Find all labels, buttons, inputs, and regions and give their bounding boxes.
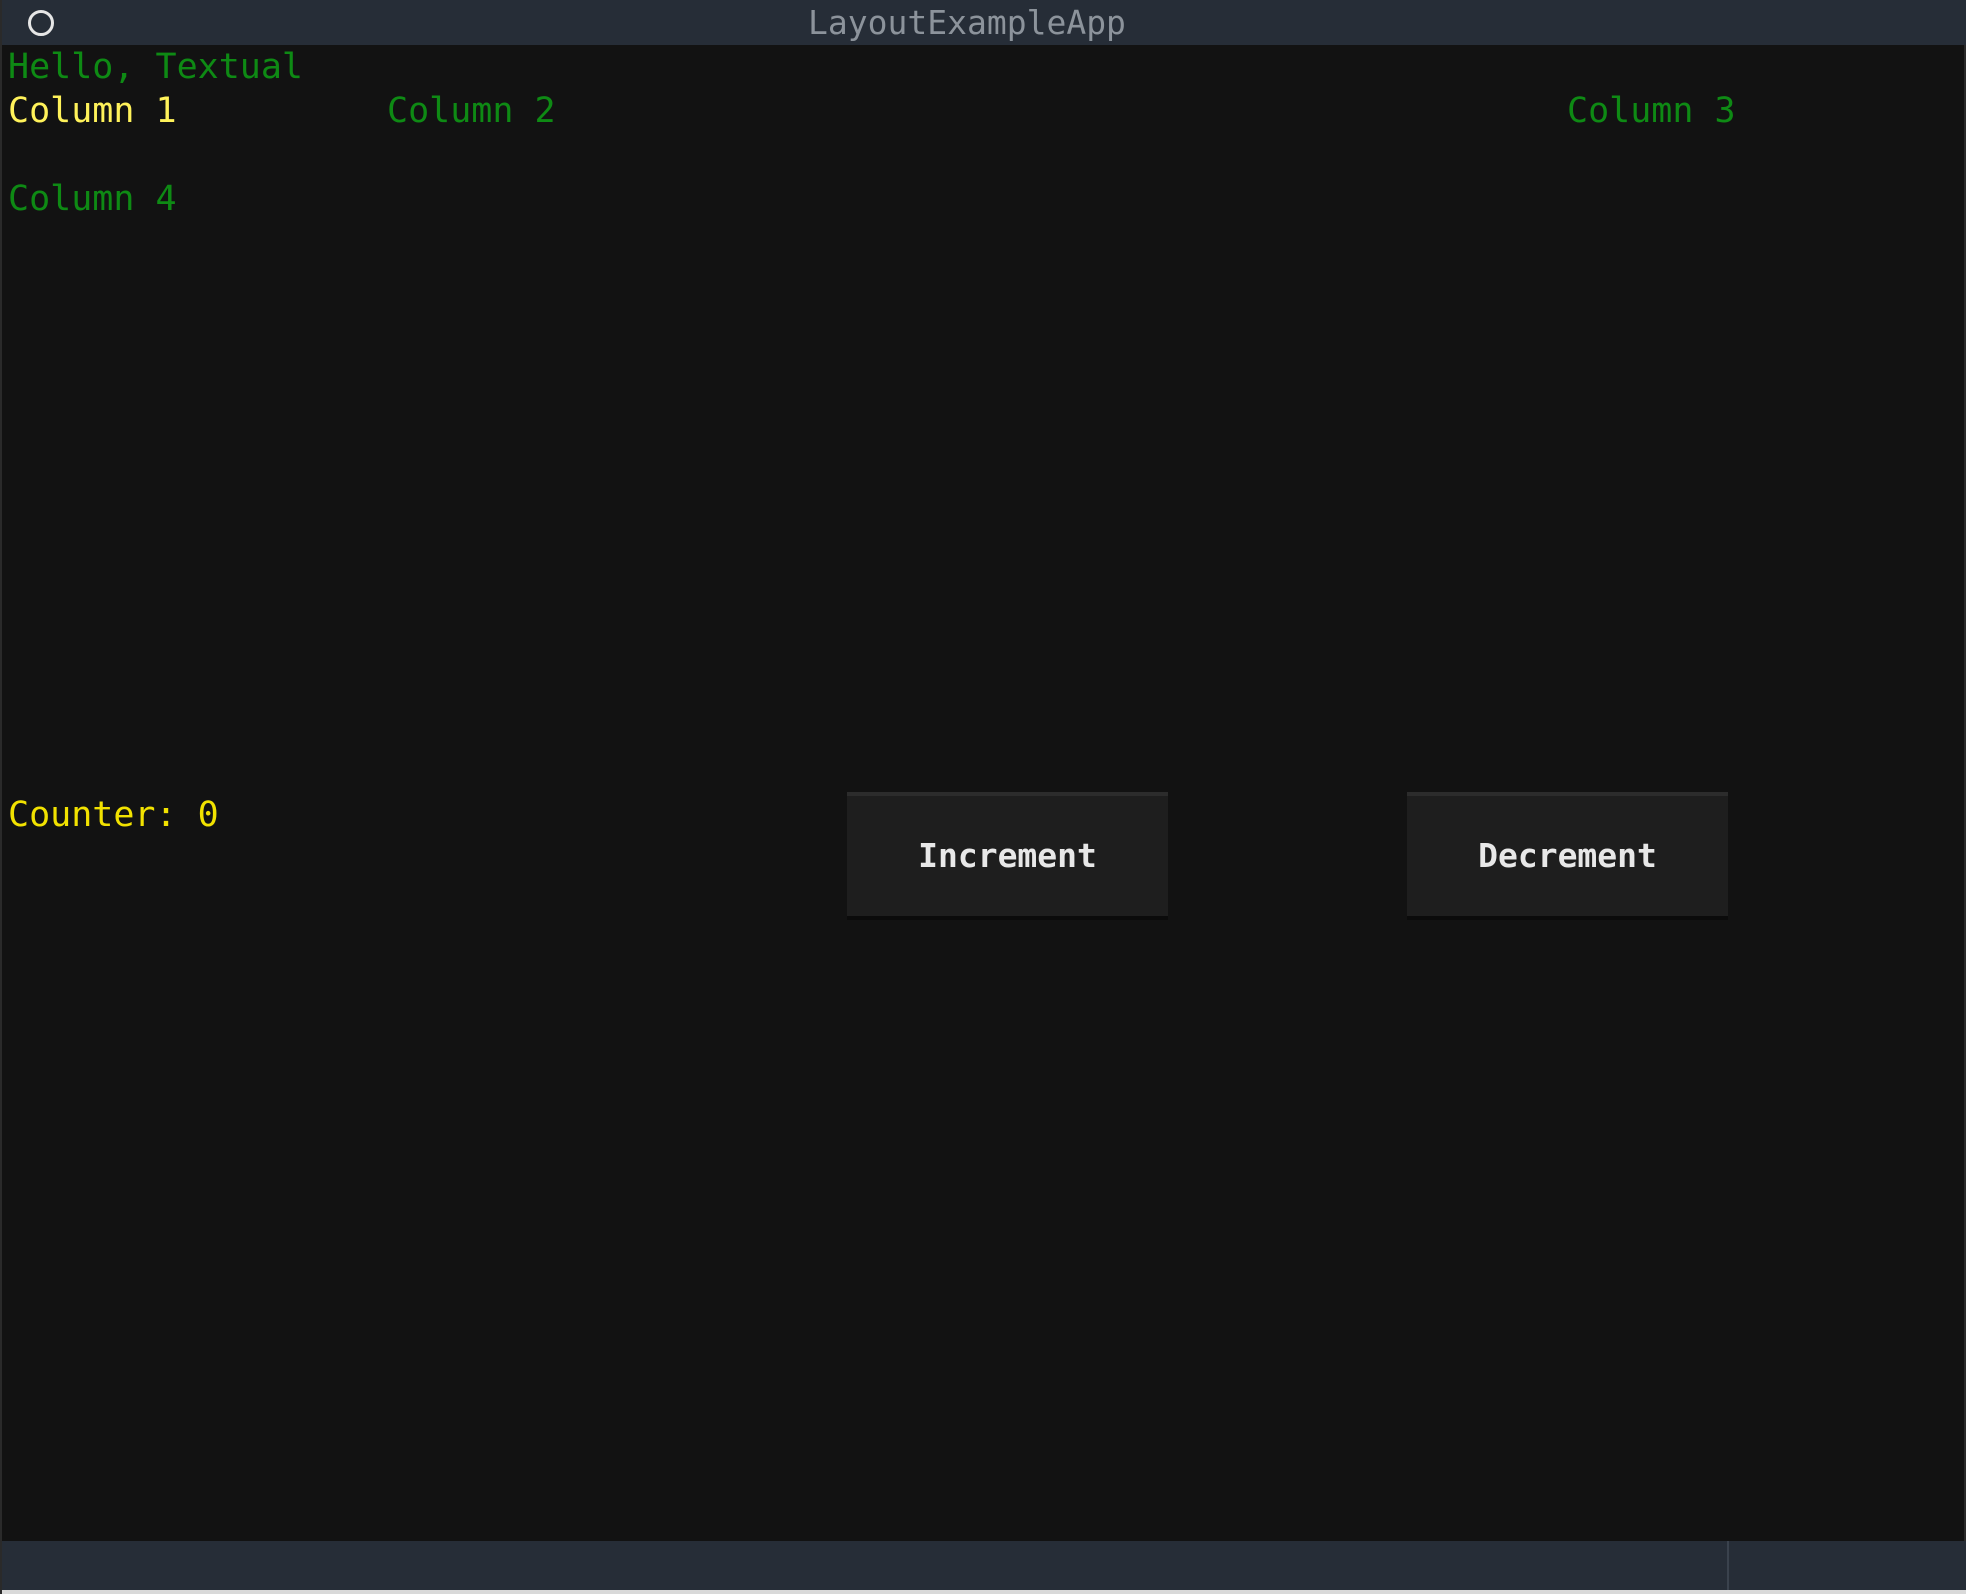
palette-command[interactable]: ^p palette xyxy=(1745,1541,1966,1590)
header-bar: LayoutExampleApp xyxy=(2,0,1966,45)
column-3-label: Column 3 xyxy=(1567,91,1736,131)
column-4-label: Column 4 xyxy=(8,179,177,219)
bottom-edge-strip xyxy=(2,1590,1966,1594)
decrement-button[interactable]: Decrement xyxy=(1407,792,1728,920)
counter-label: Counter: 0 xyxy=(8,795,219,835)
column-1-label: Column 1 xyxy=(8,91,177,131)
app-title: LayoutExampleApp xyxy=(808,3,1126,42)
footer-bar: ^p palette xyxy=(2,1541,1966,1590)
column-2-label: Column 2 xyxy=(387,91,556,131)
increment-button[interactable]: Increment xyxy=(847,792,1168,920)
app-window: LayoutExampleApp Hello, Textual Column 1… xyxy=(0,0,1966,1594)
footer-divider xyxy=(1727,1541,1729,1590)
greeting-label: Hello, Textual xyxy=(8,47,304,87)
